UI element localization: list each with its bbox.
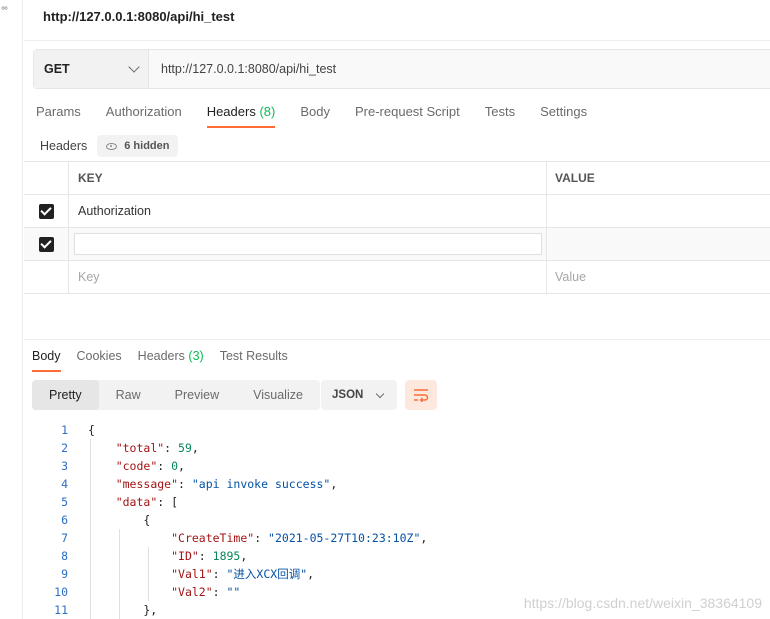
more-icon[interactable]: °° (1, 6, 8, 17)
response-body-editor[interactable]: 1{ 2 "total": 59, 3 "code": 0, 4 "messag… (24, 421, 770, 619)
preview-button[interactable]: Preview (158, 380, 236, 410)
row-checkbox[interactable] (38, 203, 54, 219)
tab-settings[interactable]: Settings (540, 100, 587, 128)
code-line: 4 "message": "api invoke success", (61, 477, 338, 491)
visualize-button[interactable]: Visualize (236, 380, 320, 410)
hidden-headers-toggle[interactable]: 6 hidden (97, 135, 179, 157)
key-placeholder[interactable]: Key (78, 270, 100, 284)
view-mode-group: Pretty Raw Preview Visualize (32, 380, 320, 410)
request-tabs: Params Authorization Headers (8) Body Pr… (36, 100, 612, 128)
watermark: https://blog.csdn.net/weixin_38364109 (523, 595, 762, 611)
key-input[interactable] (74, 233, 542, 255)
new-row: Key Value (24, 261, 770, 294)
code-line: 1{ (61, 423, 95, 437)
table-header-row: KEY VALUE (24, 162, 770, 195)
value-column-header: VALUE (555, 171, 595, 185)
request-title: http://127.0.0.1:8080/api/hi_test (43, 9, 235, 24)
tab-body[interactable]: Body (300, 100, 330, 128)
wrap-lines-button[interactable] (405, 380, 437, 410)
code-line: 7 "CreateTime": "2021-05-27T10:23:10Z", (61, 531, 428, 545)
code-line: 2 "total": 59, (61, 441, 199, 455)
format-select[interactable]: JSON (321, 380, 397, 410)
headers-subheader: Headers 6 hidden (40, 135, 179, 157)
tab-response-body[interactable]: Body (32, 344, 61, 372)
raw-button[interactable]: Raw (99, 380, 158, 410)
pretty-button[interactable]: Pretty (32, 380, 99, 410)
code-line: 6 { (61, 513, 151, 527)
tab-authorization[interactable]: Authorization (106, 100, 182, 128)
hidden-count: 6 hidden (124, 140, 170, 152)
format-label: JSON (332, 389, 364, 401)
response-divider (24, 339, 770, 340)
response-tabs: Body Cookies Headers (3) Test Results (32, 344, 304, 372)
wrap-icon (414, 389, 429, 402)
method-label: GET (44, 62, 70, 76)
url-input[interactable]: http://127.0.0.1:8080/api/hi_test (149, 50, 770, 88)
key-cell[interactable]: Authorization (78, 204, 151, 218)
response-headers-count: (3) (188, 349, 204, 363)
tab-response-headers[interactable]: Headers (3) (138, 344, 204, 372)
main-panel: http://127.0.0.1:8080/api/hi_test GET ht… (24, 0, 770, 619)
chevron-down-icon (375, 389, 385, 398)
key-column-header: KEY (78, 171, 103, 185)
code-line: 3 "code": 0, (61, 459, 185, 473)
method-select[interactable]: GET (34, 50, 149, 88)
code-line: 5 "data": [ (61, 495, 179, 509)
tab-test-results[interactable]: Test Results (220, 344, 288, 372)
tab-tests[interactable]: Tests (485, 100, 515, 128)
divider (24, 40, 770, 41)
table-row (24, 228, 770, 261)
request-bar: GET http://127.0.0.1:8080/api/hi_test (33, 49, 770, 89)
tab-pre-request-script[interactable]: Pre-request Script (355, 100, 460, 128)
tab-cookies[interactable]: Cookies (77, 344, 122, 372)
headers-table: KEY VALUE Authorization Key Value (24, 161, 770, 294)
headers-count: (8) (259, 104, 276, 119)
value-placeholder[interactable]: Value (555, 270, 586, 284)
table-row: Authorization (24, 195, 770, 228)
row-checkbox[interactable] (38, 236, 54, 252)
headers-label: Headers (40, 139, 88, 153)
eye-icon (106, 142, 118, 150)
chevron-down-icon (128, 61, 140, 73)
sidebar-strip: °° (0, 0, 23, 619)
code-line: 9 "Val1": "进入XCX回调", (61, 567, 315, 581)
tab-params[interactable]: Params (36, 100, 81, 128)
tab-headers[interactable]: Headers (8) (206, 100, 276, 128)
code-line: 8 "ID": 1895, (61, 549, 248, 563)
